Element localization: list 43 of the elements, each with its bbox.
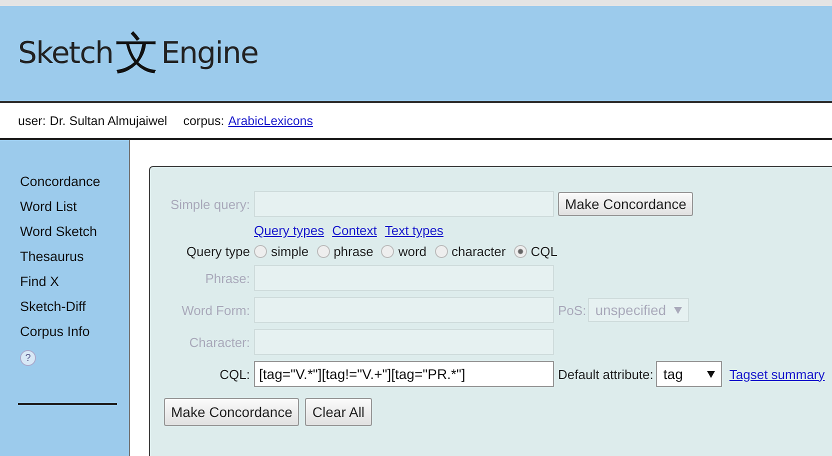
help-link[interactable]: Context — [332, 223, 377, 238]
field-label: Query type — [185, 244, 250, 259]
radio-label: character — [452, 244, 506, 259]
sidebar-item[interactable]: Sketch-Diff — [20, 294, 129, 319]
caret-icon — [674, 306, 682, 314]
field-label: Phrase: — [204, 270, 250, 286]
tagset-summary-link[interactable]: Tagset summary — [729, 366, 825, 382]
radio-button[interactable] — [254, 245, 267, 258]
form-button[interactable]: Make Concordance — [164, 398, 300, 426]
radio-button[interactable] — [316, 245, 330, 258]
sidebar-item[interactable]: Word Sketch — [20, 219, 129, 244]
field-label: CQL: — [218, 366, 250, 382]
logo-text: Sketch — [18, 36, 114, 71]
radio-label: CQL — [530, 244, 558, 259]
sidebar-item[interactable]: Find X — [20, 269, 129, 294]
field-label: Word Form: — [180, 302, 250, 318]
form-button[interactable]: Clear All — [305, 398, 372, 426]
field-label: Simple query: — [170, 196, 250, 212]
user-label: user: — [18, 114, 46, 128]
corpus-label: corpus: — [183, 114, 224, 128]
radio-button[interactable] — [514, 245, 527, 258]
help-link[interactable]: Text types — [384, 223, 444, 238]
attribute-label: Default attribute: — [558, 366, 654, 382]
corpus-link[interactable]: ArabicLexicons — [228, 114, 313, 128]
sidebar-item[interactable]: Thesaurus — [20, 244, 129, 269]
attribute-select[interactable]: tag — [656, 361, 722, 387]
help-link[interactable]: Query types — [254, 223, 324, 238]
help-icon[interactable]: ? — [20, 350, 36, 366]
input-field[interactable]: [tag="V.*"][tag!="V.+"][tag="PR.*"] — [254, 361, 554, 387]
radio-button[interactable] — [434, 245, 448, 258]
radio-label: simple — [271, 244, 309, 259]
logo-mark: 文 — [115, 32, 160, 76]
logo-text: Engine — [161, 36, 258, 71]
sidebar-item[interactable]: Concordance — [20, 169, 129, 194]
pos-label: PoS: — [558, 302, 586, 318]
radio-button[interactable] — [381, 245, 394, 258]
sidebar-item[interactable]: Word List — [20, 194, 129, 219]
radio-label: word — [398, 244, 427, 259]
radio-label: phrase — [334, 244, 374, 259]
caret-icon — [707, 370, 716, 378]
sidebar-item[interactable]: Corpus Info — [20, 319, 129, 344]
user-name: Dr. Sultan Almujaiwel — [50, 114, 168, 128]
field-label: Character: — [188, 334, 250, 350]
